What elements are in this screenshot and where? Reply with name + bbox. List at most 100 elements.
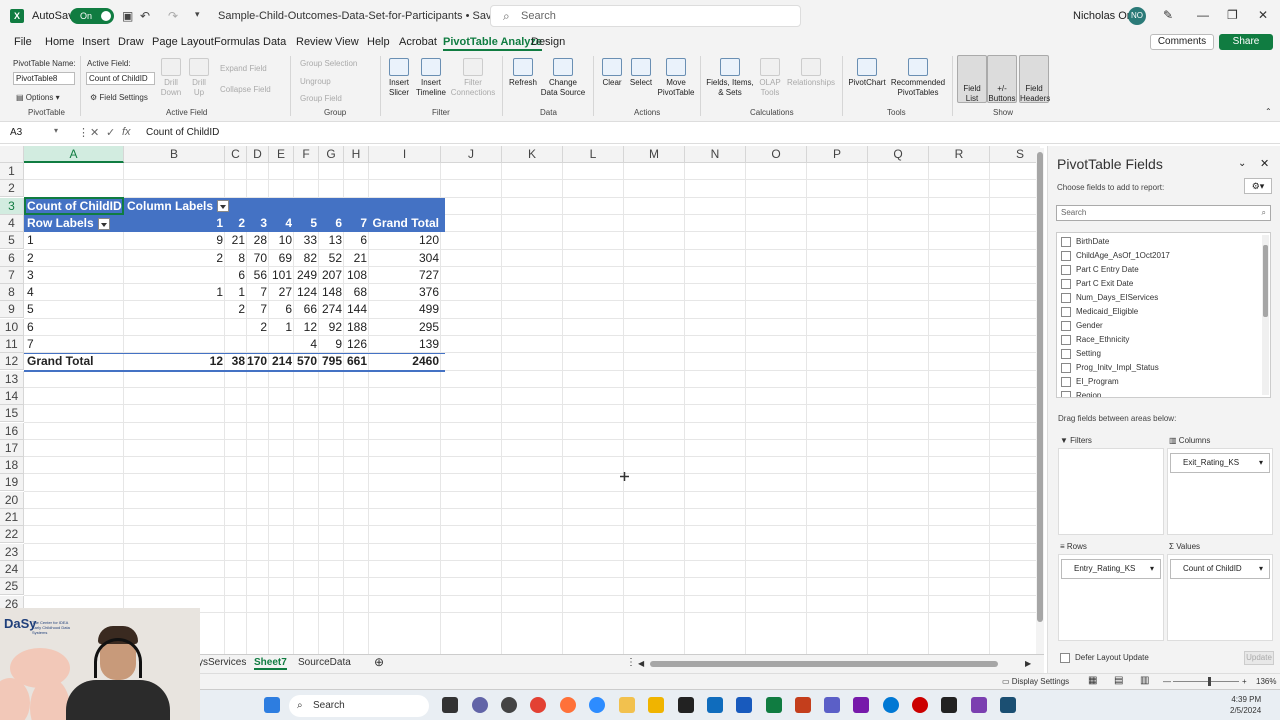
tab-page-layout[interactable]: Page Layout	[152, 36, 214, 48]
row-header[interactable]: 21	[0, 509, 24, 526]
sheet-tab-sourcedata[interactable]: SourceData	[298, 657, 351, 668]
pivot-value-cell[interactable]: 1	[124, 284, 225, 301]
tab-design[interactable]: Design	[531, 36, 565, 48]
taskbar-search[interactable]: ⌕ Search	[289, 695, 429, 717]
tab-view[interactable]: View	[335, 36, 359, 48]
spreadsheet-grid[interactable]: A B C D E F G H I J K L M N O P Q R S 1 2 3 4 5 6 7 8 9 10 11 12 13 14 15…	[0, 146, 1040, 654]
pivot-value-cell[interactable]: 144	[344, 301, 369, 318]
tab-draw[interactable]: Draw	[118, 36, 144, 48]
search-input[interactable]: ⌕ Search	[490, 5, 801, 27]
pivot-value-cell[interactable]: 6	[344, 232, 369, 249]
save-icon[interactable]: ▣	[122, 9, 133, 23]
app-icon[interactable]	[1000, 697, 1016, 713]
filters-area[interactable]	[1058, 448, 1164, 535]
pivot-value-cell[interactable]: 274	[319, 301, 344, 318]
grand-total-cell[interactable]: 214	[269, 353, 294, 370]
tab-review[interactable]: Review	[296, 36, 332, 48]
pivot-value-cell[interactable]: 10	[269, 232, 294, 249]
pivot-value-cell[interactable]: 9	[124, 232, 225, 249]
tab-acrobat[interactable]: Acrobat	[399, 36, 437, 48]
field-list-scrollbar[interactable]	[1262, 235, 1269, 395]
drill-up-button[interactable]: Drill Up	[188, 58, 210, 98]
pivottable-name-input[interactable]: PivotTable8	[13, 72, 75, 85]
name-box-dropdown-icon[interactable]: ▾	[54, 126, 58, 135]
filter-dropdown-icon[interactable]	[97, 217, 110, 230]
row-label[interactable]: 5	[24, 301, 124, 318]
field-checkbox[interactable]: Part C Exit Date	[1061, 279, 1133, 289]
pivot-value-cell[interactable]: 1	[269, 319, 294, 336]
vertical-scroll-thumb[interactable]	[1037, 152, 1043, 622]
pivot-value-cell[interactable]: 2	[247, 319, 269, 336]
field-settings-button[interactable]: ⚙ Field Settings	[90, 93, 148, 102]
row-header[interactable]: 5	[0, 232, 24, 250]
field-checkbox[interactable]: Prog_Initv_Impl_Status	[1061, 363, 1159, 373]
row-header[interactable]: 7	[0, 266, 24, 284]
insert-slicer-button[interactable]: Insert Slicer	[386, 58, 412, 98]
row-label[interactable]: 6	[24, 319, 124, 336]
pivot-value-cell[interactable]: 6	[225, 267, 247, 284]
pivot-value-cell[interactable]: 249	[294, 267, 319, 284]
row-header[interactable]: 16	[0, 422, 24, 440]
values-field-chip[interactable]: Count of ChildID ▾	[1170, 559, 1270, 579]
windows-start-icon[interactable]	[264, 697, 280, 713]
pivot-value-cell[interactable]: 4	[294, 336, 319, 353]
pivot-value-cell[interactable]: 6	[269, 301, 294, 318]
row-label[interactable]: 2	[24, 250, 124, 267]
row-label[interactable]: 1	[24, 232, 124, 249]
column-key[interactable]: 4	[269, 215, 294, 232]
pivot-value-cell[interactable]: 33	[294, 232, 319, 249]
chat-icon[interactable]	[472, 697, 488, 713]
active-field-input[interactable]: Count of ChildID	[86, 72, 155, 85]
rows-field-chip[interactable]: Entry_Rating_KS ▾	[1061, 559, 1161, 579]
column-header[interactable]: O	[746, 146, 807, 163]
row-total-cell[interactable]: 304	[369, 250, 441, 267]
document-title[interactable]: Sample-Child-Outcomes-Data-Set-for-Parti…	[218, 10, 504, 22]
grand-total-cell[interactable]: 570	[294, 353, 319, 370]
expand-field-button[interactable]: Expand Field	[220, 64, 267, 73]
row-header[interactable]: 18	[0, 457, 24, 475]
pivot-value-cell[interactable]: 68	[344, 284, 369, 301]
row-labels-header[interactable]: Row Labels	[24, 215, 124, 232]
column-header[interactable]: P	[807, 146, 868, 163]
tab-formulas[interactable]: Formulas	[214, 36, 260, 48]
group-field-button[interactable]: Group Field	[300, 94, 342, 103]
tab-help[interactable]: Help	[367, 36, 390, 48]
update-button[interactable]: Update	[1244, 651, 1274, 665]
redo-icon[interactable]: ↷	[168, 9, 178, 23]
row-header[interactable]: 10	[0, 318, 24, 336]
row-header[interactable]: 9	[0, 301, 24, 319]
pivot-value-cell[interactable]: 70	[247, 250, 269, 267]
grand-total-label[interactable]: Grand Total	[24, 353, 124, 370]
column-header[interactable]: R	[929, 146, 990, 163]
column-header[interactable]: C	[225, 146, 247, 163]
column-header[interactable]: S	[990, 146, 1040, 163]
column-header[interactable]: E	[269, 146, 294, 163]
chevron-down-icon[interactable]: ▾	[1150, 560, 1154, 578]
pen-icon[interactable]: ✎	[1163, 8, 1173, 22]
scroll-right-icon[interactable]: ▶	[1025, 659, 1031, 668]
customize-toolbar-icon[interactable]: ▾	[195, 9, 200, 20]
pivot-value-cell[interactable]	[124, 319, 225, 336]
tab-file[interactable]: File	[14, 36, 32, 48]
column-key[interactable]: 3	[247, 215, 269, 232]
fx-icon[interactable]: fx	[122, 126, 131, 138]
close-icon[interactable]: ✕	[1258, 8, 1268, 22]
olap-tools-button[interactable]: OLAP Tools	[756, 58, 784, 98]
row-total-cell[interactable]: 120	[369, 232, 441, 249]
sheet-tab-ysservices[interactable]: ysServices	[198, 657, 246, 668]
pivot-value-cell[interactable]: 148	[319, 284, 344, 301]
column-key[interactable]: 7	[344, 215, 369, 232]
row-header[interactable]: 3	[0, 197, 24, 215]
field-checkbox[interactable]: Medicaid_Eligible	[1061, 307, 1138, 317]
relationships-button[interactable]: Relationships	[786, 58, 836, 88]
row-header[interactable]: 19	[0, 474, 24, 492]
dell-icon[interactable]	[501, 697, 517, 713]
collapse-field-button[interactable]: Collapse Field	[220, 85, 271, 94]
field-checkbox[interactable]: Num_Days_EIServices	[1061, 293, 1158, 303]
sheet-tab-sheet7[interactable]: Sheet7	[254, 657, 287, 670]
clear-button[interactable]: Clear	[599, 58, 625, 88]
select-button[interactable]: Select	[628, 58, 654, 88]
zoom-in-icon[interactable]: +	[1242, 677, 1247, 686]
pivot-value-cell[interactable]: 13	[319, 232, 344, 249]
field-checkbox[interactable]: Setting	[1061, 349, 1101, 359]
